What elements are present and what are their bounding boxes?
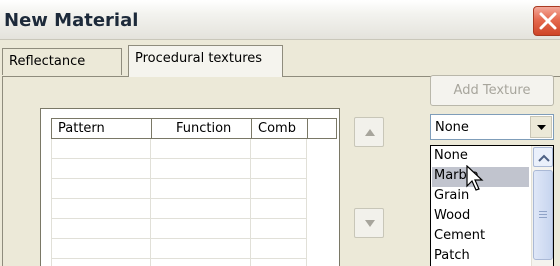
column-header-blank[interactable] [307, 118, 337, 139]
table-cell[interactable] [51, 159, 151, 179]
table-cell[interactable] [151, 259, 251, 266]
texture-dropdown-list[interactable]: None Marble Grain Wood Cement Patch [430, 145, 554, 266]
texture-select[interactable]: None [430, 114, 554, 140]
close-icon [539, 12, 557, 30]
table-cell[interactable] [51, 219, 151, 239]
table-cell[interactable] [51, 199, 151, 219]
table-cell[interactable] [251, 139, 307, 159]
tab-procedural-textures[interactable]: Procedural textures [128, 45, 283, 77]
scroll-up-button[interactable] [533, 147, 553, 167]
table-cell[interactable] [251, 159, 307, 179]
table-cell[interactable] [151, 199, 251, 219]
triangle-up-icon [365, 129, 375, 136]
table-cell[interactable] [251, 219, 307, 239]
table-row[interactable] [51, 179, 307, 199]
table-cell[interactable] [151, 219, 251, 239]
table-cell[interactable] [51, 139, 151, 159]
chevron-down-icon [537, 125, 546, 130]
table-cell[interactable] [251, 259, 307, 266]
table-row[interactable] [51, 139, 307, 159]
dropdown-option-patch[interactable]: Patch [432, 247, 529, 266]
table-row[interactable] [51, 239, 307, 259]
add-texture-button[interactable]: Add Texture [430, 75, 554, 106]
table-cell[interactable] [51, 259, 151, 266]
close-button[interactable] [533, 6, 560, 36]
column-header-pattern[interactable]: Pattern [51, 118, 151, 139]
table-cell[interactable] [251, 179, 307, 199]
table-cell[interactable] [251, 199, 307, 219]
triangle-down-icon [365, 220, 375, 227]
dropdown-option-none[interactable]: None [432, 147, 529, 167]
table-cell[interactable] [51, 239, 151, 259]
grip-icon [539, 211, 547, 218]
scroll-thumb[interactable] [533, 170, 553, 260]
dropdown-option-wood[interactable]: Wood [432, 207, 529, 227]
table-cell[interactable] [151, 139, 251, 159]
column-header-comb[interactable]: Comb [251, 118, 307, 139]
grid-header: Pattern Function Comb [51, 118, 337, 139]
table-row[interactable] [51, 219, 307, 239]
table-row[interactable] [51, 199, 307, 219]
move-down-button[interactable] [354, 208, 384, 238]
texture-select-value: None [435, 120, 469, 135]
table-cell[interactable] [151, 159, 251, 179]
tab-reflectance[interactable]: Reflectance [2, 48, 122, 75]
dropdown-option-cement[interactable]: Cement [432, 227, 529, 247]
move-up-button[interactable] [354, 117, 384, 147]
dropdown-scrollbar[interactable] [531, 146, 553, 266]
chevron-up-icon [538, 154, 550, 162]
table-cell[interactable] [151, 179, 251, 199]
table-cell[interactable] [151, 239, 251, 259]
dropdown-toggle[interactable] [530, 116, 552, 138]
window-title: New Material [4, 10, 139, 31]
mouse-cursor-icon [466, 165, 484, 191]
table-row[interactable] [51, 159, 307, 179]
texture-grid[interactable]: Pattern Function Comb [40, 108, 340, 266]
new-material-window: New Material Reflectance Procedural text… [0, 0, 560, 266]
column-header-function[interactable]: Function [151, 118, 251, 139]
table-cell[interactable] [251, 239, 307, 259]
table-row[interactable] [51, 259, 307, 266]
title-bar[interactable]: New Material [0, 0, 560, 40]
table-cell[interactable] [51, 179, 151, 199]
